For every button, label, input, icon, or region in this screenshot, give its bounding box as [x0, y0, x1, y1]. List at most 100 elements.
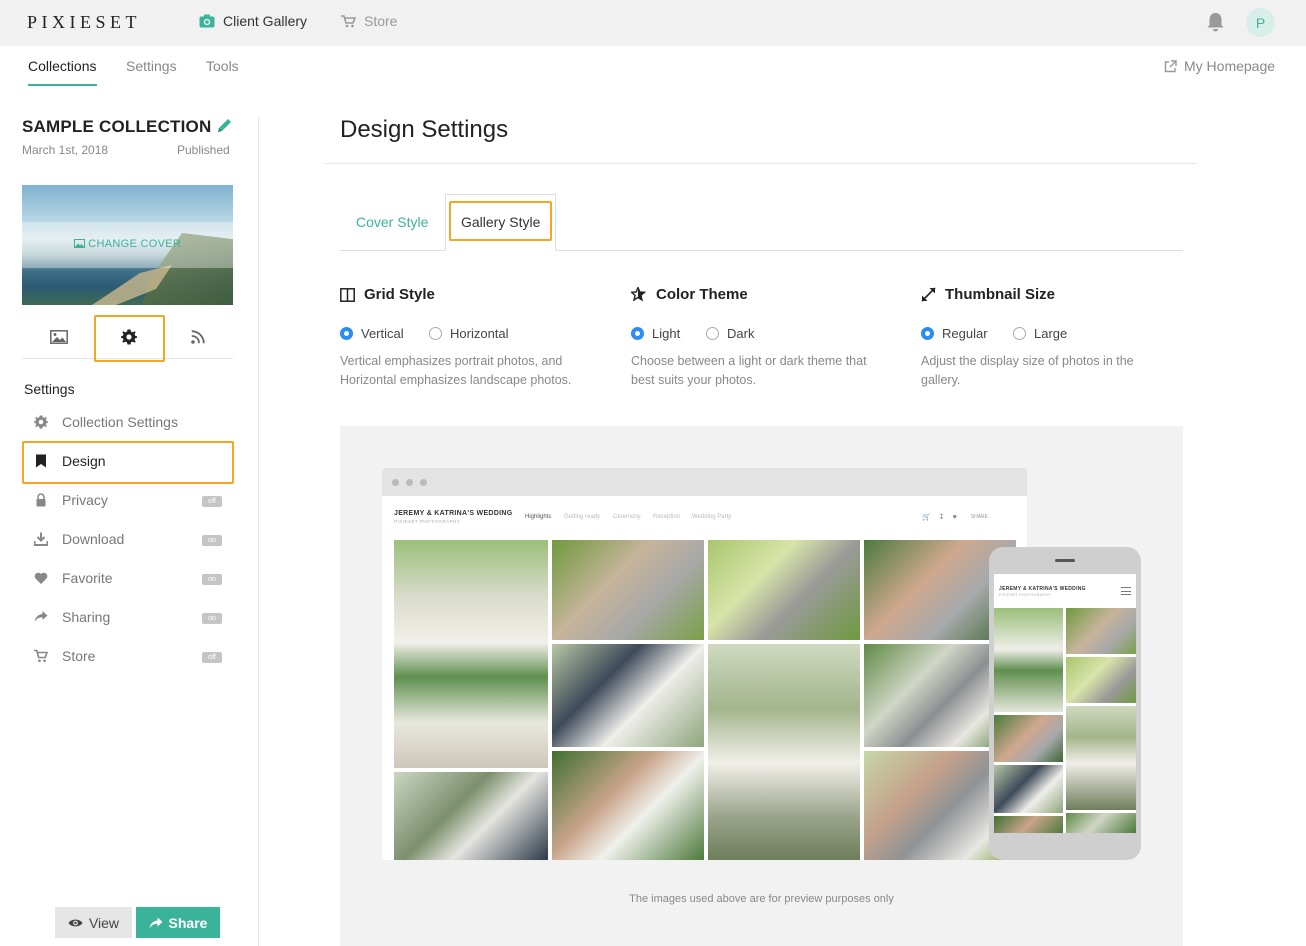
- highlight-gallery-style-tab: [449, 201, 552, 241]
- collection-status: Published: [177, 143, 230, 157]
- mobile-photo: [994, 608, 1063, 712]
- tab-cover-style[interactable]: Cover Style: [356, 214, 428, 230]
- color-theme-dark-radio[interactable]: Dark: [706, 326, 754, 341]
- mobile-preview-screen: JEREMY & KATRINA'S WEDDING PIXIESET PHOT…: [994, 574, 1136, 833]
- radio-label: Vertical: [361, 326, 404, 341]
- preview-share-label: SHARE: [970, 514, 988, 520]
- status-badge: on: [202, 613, 222, 624]
- collection-date: March 1st, 2018: [22, 143, 109, 157]
- color-theme-label: Color Theme: [656, 286, 748, 303]
- grid-style-horizontal-radio[interactable]: Horizontal: [429, 326, 509, 341]
- thumbnail-size-description: Adjust the display size of photos in the…: [921, 354, 1134, 387]
- preview-photo-couple-kiss: [552, 540, 704, 640]
- active-tab-underline: [28, 84, 97, 86]
- highlight-design-item: [22, 441, 234, 484]
- sidebar-divider: [258, 117, 259, 946]
- sidebar-item-label: Favorite: [62, 570, 113, 586]
- grid-style-vertical-radio[interactable]: Vertical: [340, 326, 404, 341]
- heart-icon: [34, 572, 48, 584]
- preview-photo-couple-smile: [552, 644, 704, 747]
- mobile-photo: [994, 715, 1063, 762]
- nav-client-gallery[interactable]: Client Gallery: [199, 13, 307, 29]
- preview-nav-item: Ceremony: [613, 514, 641, 520]
- phone-speaker: [1055, 559, 1075, 562]
- sidebar-item-favorite[interactable]: Favorite on: [22, 560, 233, 597]
- view-button-label: View: [88, 914, 120, 931]
- share-arrow-icon: [34, 611, 48, 622]
- preview-footnote: The images used above are for preview pu…: [629, 893, 894, 905]
- sidebar-item-privacy[interactable]: Privacy off: [22, 482, 233, 519]
- mobile-photo: [1066, 813, 1136, 833]
- mobile-preview-device: JEREMY & KATRINA'S WEDDING PIXIESET PHOT…: [989, 547, 1141, 860]
- mobile-photo: [1066, 706, 1136, 810]
- thumbnail-size-large-radio[interactable]: Large: [1013, 326, 1067, 341]
- status-badge: off: [202, 652, 222, 663]
- status-badge: on: [202, 574, 222, 585]
- subnav-tab-settings[interactable]: Settings: [126, 58, 177, 74]
- radio-dot-selected[interactable]: [631, 327, 644, 340]
- radio-dot-selected[interactable]: [340, 327, 353, 340]
- pixieset-logo[interactable]: PIXIESET: [27, 12, 141, 33]
- title-divider: [325, 163, 1197, 164]
- sidebar-item-store[interactable]: Store off: [22, 638, 233, 675]
- preview-nav-item: Getting ready: [564, 514, 601, 520]
- rss-icon: [191, 330, 205, 344]
- view-button[interactable]: View: [55, 907, 132, 938]
- share-button[interactable]: Share: [136, 907, 220, 938]
- radio-dot[interactable]: [429, 327, 442, 340]
- cover-image[interactable]: CHANGE COVER: [22, 185, 233, 305]
- top-bar: PIXIESET Client Gallery Store P: [0, 0, 1306, 46]
- preview-photo-bride-bouquet: [394, 540, 548, 768]
- mobile-photo: [994, 765, 1063, 813]
- sidebar-item-label: Collection Settings: [62, 414, 178, 430]
- expand-icon: [921, 287, 936, 302]
- preview-photo-bride-portrait: [552, 751, 704, 860]
- lock-icon: [36, 493, 46, 507]
- notification-bell-icon[interactable]: [1206, 12, 1225, 32]
- sidebar-item-download[interactable]: Download on: [22, 521, 233, 558]
- image-icon: [73, 239, 85, 248]
- my-homepage-label: My Homepage: [1184, 58, 1276, 74]
- subnav-tab-collections[interactable]: Collections: [28, 58, 96, 74]
- highlight-settings-tab: [94, 315, 165, 362]
- activity-feed-tab[interactable]: [163, 316, 233, 358]
- sidebar-item-collection-settings[interactable]: Collection Settings: [22, 404, 233, 441]
- preview-gallery-title: JEREMY & KATRINA'S WEDDING: [394, 510, 513, 517]
- sidebar-item-label: Store: [62, 648, 96, 664]
- grid-style-heading: Grid Style: [340, 286, 435, 303]
- radio-label: Light: [652, 326, 681, 341]
- download-icon: ↧: [938, 514, 945, 521]
- preview-photo-couple-forest: [394, 772, 548, 860]
- nav-client-gallery-label: Client Gallery: [223, 13, 308, 29]
- heart-icon: ♥: [952, 513, 957, 521]
- sidebar-item-sharing[interactable]: Sharing on: [22, 599, 233, 636]
- preview-gallery-subtitle: PIXIESET PHOTOGRAPHY: [394, 519, 461, 524]
- grid-style-description: Vertical emphasizes portrait photos, and…: [340, 354, 572, 387]
- radio-label: Regular: [942, 326, 988, 341]
- color-theme-light-radio[interactable]: Light: [631, 326, 680, 341]
- subnav-tab-tools[interactable]: Tools: [206, 58, 239, 74]
- thumbnail-size-heading: Thumbnail Size: [921, 286, 1055, 303]
- color-theme-heading: Color Theme: [631, 286, 748, 303]
- my-homepage-link[interactable]: My Homepage: [1164, 58, 1275, 74]
- radio-dot[interactable]: [706, 327, 719, 340]
- mobile-photo: [1066, 608, 1136, 654]
- color-theme-description: Choose between a light or dark theme tha…: [631, 354, 867, 387]
- change-cover-button[interactable]: CHANGE COVER: [22, 238, 233, 250]
- thumbnail-size-regular-radio[interactable]: Regular: [921, 326, 988, 341]
- sub-nav-bar: Collections Settings Tools My Homepage: [0, 46, 1306, 87]
- sidebar-item-label: Privacy: [62, 492, 108, 508]
- mobile-gallery-title: JEREMY & KATRINA'S WEDDING: [999, 586, 1086, 592]
- photos-tab[interactable]: [24, 316, 94, 358]
- radio-dot-selected[interactable]: [921, 327, 934, 340]
- nav-store[interactable]: Store: [341, 13, 397, 29]
- radio-dot[interactable]: [1013, 327, 1026, 340]
- status-badge: off: [202, 496, 222, 507]
- radio-label: Large: [1034, 326, 1068, 341]
- camera-icon: [199, 14, 215, 28]
- external-link-icon: [1164, 59, 1177, 72]
- pencil-edit-icon[interactable]: [216, 117, 233, 134]
- preview-nav-item: Highlights: [525, 514, 552, 520]
- user-avatar[interactable]: P: [1246, 8, 1275, 37]
- status-badge: on: [202, 535, 222, 546]
